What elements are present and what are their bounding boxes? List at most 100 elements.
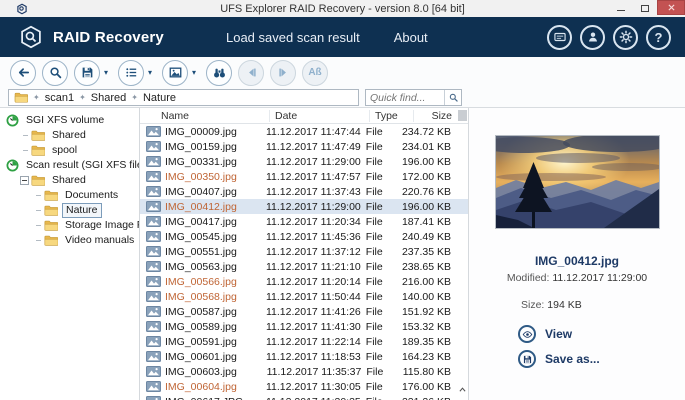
file-row-img-00591-jpg[interactable]: IMG_00591.jpg11.12.2017 11:22:14File189.…: [140, 334, 468, 349]
file-size-cell: 220.76 KB: [402, 186, 468, 198]
file-row-img-00407-jpg[interactable]: IMG_00407.jpg11.12.2017 11:37:43File220.…: [140, 184, 468, 199]
tree-dash-icon: [32, 195, 44, 196]
view-button[interactable]: View: [518, 325, 685, 343]
file-row-img-00159-jpg[interactable]: IMG_00159.jpg11.12.2017 11:47:49File234.…: [140, 139, 468, 154]
breadcrumb-item-shared[interactable]: Shared: [91, 92, 126, 104]
file-row-img-00601-jpg[interactable]: IMG_00601.jpg11.12.2017 11:18:53File164.…: [140, 349, 468, 364]
file-list-rows: IMG_00009.jpg11.12.2017 11:47:44File234.…: [140, 124, 468, 400]
tree-dash-icon: [19, 135, 31, 136]
breadcrumb-item-scan1[interactable]: scan1: [45, 92, 74, 104]
file-type-cell: File: [361, 306, 402, 318]
file-row-img-00603-jpg[interactable]: IMG_00603.jpg11.12.2017 11:35:37File115.…: [140, 364, 468, 379]
help-button[interactable]: ?: [646, 25, 671, 50]
file-name: IMG_00551.jpg: [165, 246, 237, 258]
scan-button[interactable]: [42, 60, 68, 86]
tree-dash-icon: [32, 210, 44, 211]
file-row-img-00551-jpg[interactable]: IMG_00551.jpg11.12.2017 11:37:12File237.…: [140, 244, 468, 259]
file-type-cell: File: [361, 171, 402, 183]
minimize-button[interactable]: [609, 0, 633, 16]
tree-item-scan-result-sgi-xfs-file-system-3-72-gb[interactable]: Scan result (SGI XFS file system; 3.72 G…: [0, 158, 139, 173]
file-name: IMG_00617.JPG: [165, 396, 243, 400]
folder-icon: [44, 189, 58, 202]
save-dropdown-caret[interactable]: ▾: [104, 68, 112, 77]
file-row-img-00009-jpg[interactable]: IMG_00009.jpg11.12.2017 11:47:44File234.…: [140, 124, 468, 139]
file-row-img-00568-jpg[interactable]: IMG_00568.jpg11.12.2017 11:50:44File140.…: [140, 289, 468, 304]
file-row-img-00587-jpg[interactable]: IMG_00587.jpg11.12.2017 11:41:26File151.…: [140, 304, 468, 319]
tree-item-shared[interactable]: Shared: [0, 173, 139, 188]
tree-item-sgi-xfs-volume[interactable]: SGI XFS volume: [0, 113, 139, 128]
chevron-up-icon: [459, 387, 466, 392]
file-row-img-00350-jpg[interactable]: IMG_00350.jpg11.12.2017 11:47:57File172.…: [140, 169, 468, 184]
license-button[interactable]: [547, 25, 572, 50]
save-button[interactable]: [74, 60, 100, 86]
breadcrumb-item-nature[interactable]: Nature: [143, 92, 176, 104]
preview-size: Size: 194 KB: [521, 299, 685, 311]
file-row-img-00417-jpg[interactable]: IMG_00417.jpg11.12.2017 11:20:34File187.…: [140, 214, 468, 229]
quick-find-button[interactable]: [444, 90, 461, 105]
image-tools-dropdown-caret[interactable]: ▾: [192, 68, 200, 77]
file-name-cell: IMG_00545.jpg: [140, 231, 261, 243]
file-name-cell: IMG_00563.jpg: [140, 261, 261, 273]
file-type-cell: File: [361, 381, 402, 393]
maximize-button[interactable]: [633, 0, 657, 16]
close-button[interactable]: [657, 0, 685, 15]
eye-icon: [522, 329, 533, 340]
tree-item-shared[interactable]: Shared: [0, 128, 139, 143]
tree-dash-icon: [32, 225, 44, 226]
save-as-button[interactable]: Save as...: [518, 350, 685, 368]
file-row-img-00566-jpg[interactable]: IMG_00566.jpg11.12.2017 11:20:14File216.…: [140, 274, 468, 289]
file-type-cell: File: [361, 156, 402, 168]
breadcrumb[interactable]: ✦scan1✦Shared✦Nature: [8, 89, 359, 106]
file-row-img-00604-jpg[interactable]: IMG_00604.jpg11.12.2017 11:30:05File176.…: [140, 379, 468, 394]
folder-icon: [44, 219, 58, 232]
column-header-name[interactable]: Name: [140, 110, 270, 122]
back-button[interactable]: [10, 60, 36, 86]
file-type-cell: File: [361, 141, 402, 153]
preview-filename: IMG_00412.jpg: [469, 254, 685, 268]
column-header-type[interactable]: Type: [370, 110, 414, 122]
folder-icon: [14, 92, 28, 103]
file-date-cell: 11.12.2017 11:37:12: [261, 246, 361, 258]
file-type-cell: File: [361, 261, 402, 273]
file-name: IMG_00350.jpg: [165, 171, 237, 183]
folder-icon: [44, 234, 58, 247]
file-size-cell: 140.00 KB: [402, 291, 468, 303]
find-button[interactable]: [206, 60, 232, 86]
quick-find-input[interactable]: [366, 92, 444, 104]
file-name: IMG_00412.jpg: [165, 201, 237, 213]
file-row-img-00563-jpg[interactable]: IMG_00563.jpg11.12.2017 11:21:10File238.…: [140, 259, 468, 274]
file-type-cell: File: [361, 276, 402, 288]
file-date-cell: 11.12.2017 11:29:00: [261, 156, 361, 168]
menu-about[interactable]: About: [394, 30, 428, 45]
scroll-up-button[interactable]: [457, 387, 468, 392]
file-name: IMG_00589.jpg: [165, 321, 237, 333]
user-account-button[interactable]: [580, 25, 605, 50]
settings-button[interactable]: [613, 25, 638, 50]
collapse-toggle-icon[interactable]: [20, 176, 29, 185]
image-file-icon: [146, 246, 161, 257]
menu-load-saved-scan-result[interactable]: Load saved scan result: [226, 30, 360, 45]
file-size-cell: 234.01 KB: [402, 141, 468, 153]
tree-item-documents[interactable]: Documents: [0, 188, 139, 203]
file-list-header: NameDateTypeSize: [140, 108, 468, 124]
tree-item-spool[interactable]: spool: [0, 143, 139, 158]
file-row-img-00617-jpg[interactable]: IMG_00617.JPG11.12.2017 11:30:35File221.…: [140, 394, 468, 400]
file-date-cell: 11.12.2017 11:45:36: [261, 231, 361, 243]
view-options-button[interactable]: [118, 60, 144, 86]
file-name: IMG_00566.jpg: [165, 276, 237, 288]
folder-icon: [31, 174, 45, 187]
tree-item-nature[interactable]: Nature: [0, 203, 139, 218]
column-header-date[interactable]: Date: [270, 110, 370, 122]
tree-item-storage-image-files[interactable]: Storage Image Files: [0, 218, 139, 233]
tree-item-video-manuals[interactable]: Video manuals: [0, 233, 139, 248]
file-row-img-00412-jpg[interactable]: IMG_00412.jpg11.12.2017 11:29:00File196.…: [140, 199, 468, 214]
file-row-img-00589-jpg[interactable]: IMG_00589.jpg11.12.2017 11:41:30File153.…: [140, 319, 468, 334]
image-tools-button[interactable]: [162, 60, 188, 86]
file-row-img-00545-jpg[interactable]: IMG_00545.jpg11.12.2017 11:45:36File240.…: [140, 229, 468, 244]
tree-item-label: Nature: [62, 203, 102, 218]
file-type-cell: File: [361, 291, 402, 303]
file-row-img-00331-jpg[interactable]: IMG_00331.jpg11.12.2017 11:29:00File196.…: [140, 154, 468, 169]
file-type-cell: File: [361, 321, 402, 333]
floppy-icon-circle: [518, 350, 536, 368]
view-options-dropdown-caret[interactable]: ▾: [148, 68, 156, 77]
